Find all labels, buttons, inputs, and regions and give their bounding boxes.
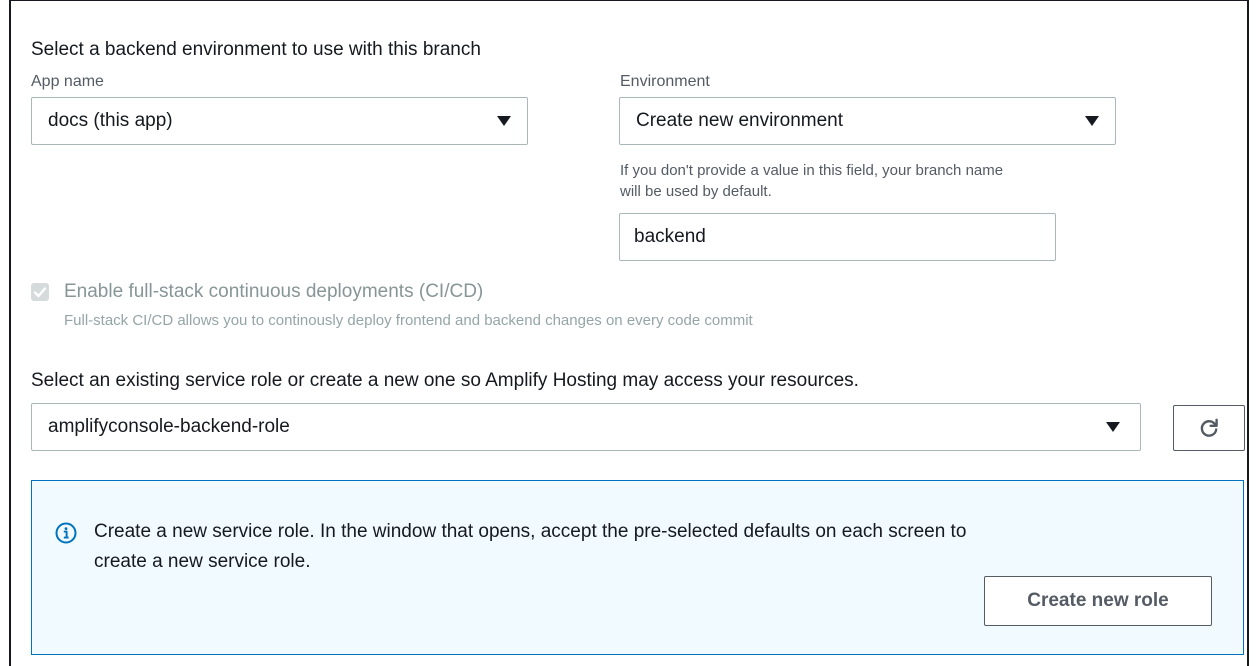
info-icon [55,522,77,544]
cicd-checkbox[interactable] [31,283,49,301]
app-name-label: App name [31,73,104,90]
checkmark-icon [33,287,47,298]
info-message: Create a new service role. In the window… [94,521,967,572]
cicd-description: Full-stack CI/CD allows you to continous… [64,312,753,329]
environment-value: Create new environment [636,110,843,131]
environment-name-input[interactable] [619,213,1056,261]
service-role-heading: Select an existing service role or creat… [31,370,859,391]
backend-section-heading: Select a backend environment to use with… [31,39,481,60]
caret-down-icon [1085,116,1099,126]
refresh-icon [1200,418,1218,437]
caret-down-icon [1106,422,1120,432]
service-role-value: amplifyconsole-backend-role [48,416,290,437]
service-role-select[interactable]: amplifyconsole-backend-role [31,403,1141,451]
environment-select[interactable]: Create new environment [619,97,1116,145]
create-new-role-button[interactable]: Create new role [984,576,1212,626]
environment-hint: If you don't provide a value in this fie… [620,162,1004,200]
app-name-select[interactable]: docs (this app) [31,97,528,145]
environment-label: Environment [620,73,710,90]
info-alert: Create a new service role. In the window… [31,480,1244,655]
cicd-label: Enable full-stack continuous deployments… [64,281,484,302]
refresh-roles-button[interactable] [1173,405,1245,451]
app-name-value: docs (this app) [48,110,173,131]
caret-down-icon [497,116,511,126]
